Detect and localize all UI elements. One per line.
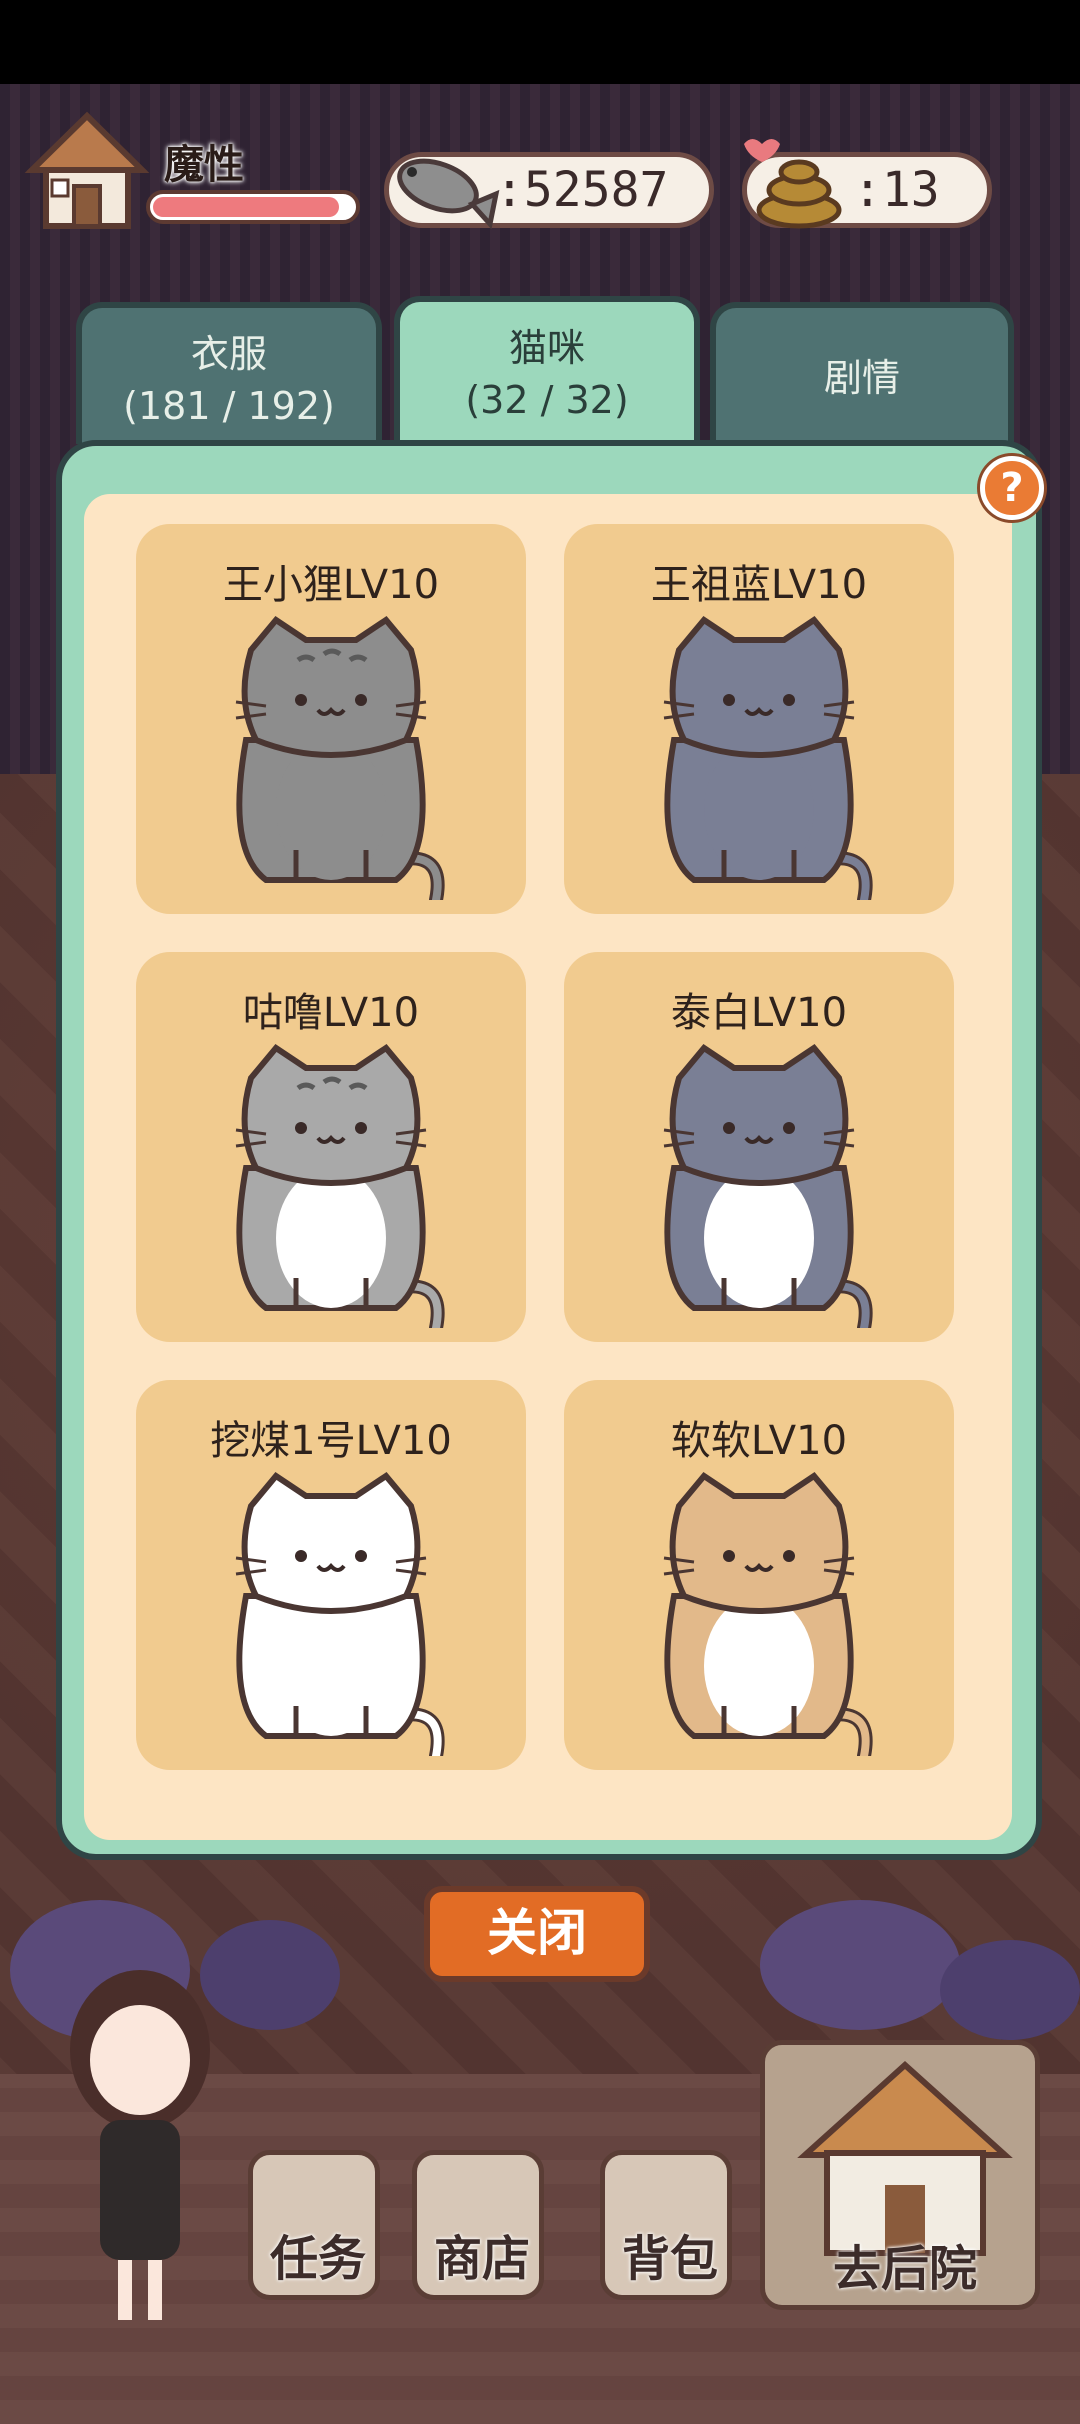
cat-icon	[235, 1044, 445, 1328]
cat-icon	[235, 1472, 445, 1756]
flower-decoration	[760, 1900, 960, 2030]
tab-story-label: 剧情	[823, 356, 900, 400]
cat-icon	[663, 616, 873, 900]
cat-name: 咕噜LV10	[242, 990, 420, 1036]
flower-decoration	[940, 1940, 1080, 2040]
backyard-label: 去后院	[832, 2241, 977, 2297]
shop-button[interactable]: 商店	[412, 2150, 544, 2300]
tasks-button[interactable]: 任务	[248, 2150, 380, 2300]
cat-card[interactable]: 王祖蓝LV10	[564, 524, 954, 914]
tab-clothes-count: (181 / 192)	[123, 384, 335, 428]
tab-clothes[interactable]: 衣服 (181 / 192)	[76, 302, 382, 444]
cat-card[interactable]: 咕噜LV10	[136, 952, 526, 1342]
house-icon[interactable]	[22, 108, 152, 238]
tasks-label: 任务	[269, 2231, 366, 2287]
cat-icon	[663, 1044, 873, 1328]
backyard-button[interactable]: 去后院	[760, 2040, 1040, 2310]
help-button[interactable]: ?	[980, 456, 1044, 520]
tab-cats[interactable]: 猫咪 (32 / 32)	[394, 296, 700, 446]
tab-cats-label: 猫咪	[508, 326, 585, 370]
player-name: 魔性	[164, 142, 244, 188]
cat-name: 泰白LV10	[670, 990, 848, 1036]
player-hp-bar	[146, 190, 360, 224]
cat-name: 软软LV10	[670, 1418, 848, 1464]
status-bar	[0, 0, 1080, 84]
cat-name: 王小狸LV10	[222, 562, 440, 608]
fish-icon	[397, 158, 500, 230]
girl-character	[70, 1970, 210, 2320]
tab-cats-count: (32 / 32)	[465, 378, 629, 422]
tab-story[interactable]: 剧情	[710, 302, 1014, 444]
cat-icon	[663, 1472, 873, 1756]
cat-card[interactable]: 挖煤1号LV10	[136, 1380, 526, 1770]
fish-count: :52587	[495, 162, 669, 218]
close-button[interactable]: 关闭	[424, 1886, 650, 1982]
bag-button[interactable]: 背包	[600, 2150, 732, 2300]
cat-card[interactable]: 软软LV10	[564, 1380, 954, 1770]
poop-count: :13	[853, 162, 940, 218]
shop-label: 商店	[433, 2231, 530, 2287]
poop-icon	[744, 139, 842, 229]
cat-card[interactable]: 泰白LV10	[564, 952, 954, 1342]
cat-icon	[235, 616, 445, 900]
player-hp-fill	[153, 197, 339, 217]
bag-label: 背包	[621, 2231, 718, 2287]
cat-name: 挖煤1号LV10	[210, 1418, 452, 1464]
cat-card[interactable]: 王小狸LV10	[136, 524, 526, 914]
cat-grid[interactable]: 王小狸LV10 王祖蓝LV10 咕噜LV10 泰白LV10 挖煤1号LV10 软…	[84, 494, 1012, 1840]
tab-clothes-label: 衣服	[190, 332, 267, 376]
cat-name: 王祖蓝LV10	[650, 562, 868, 608]
